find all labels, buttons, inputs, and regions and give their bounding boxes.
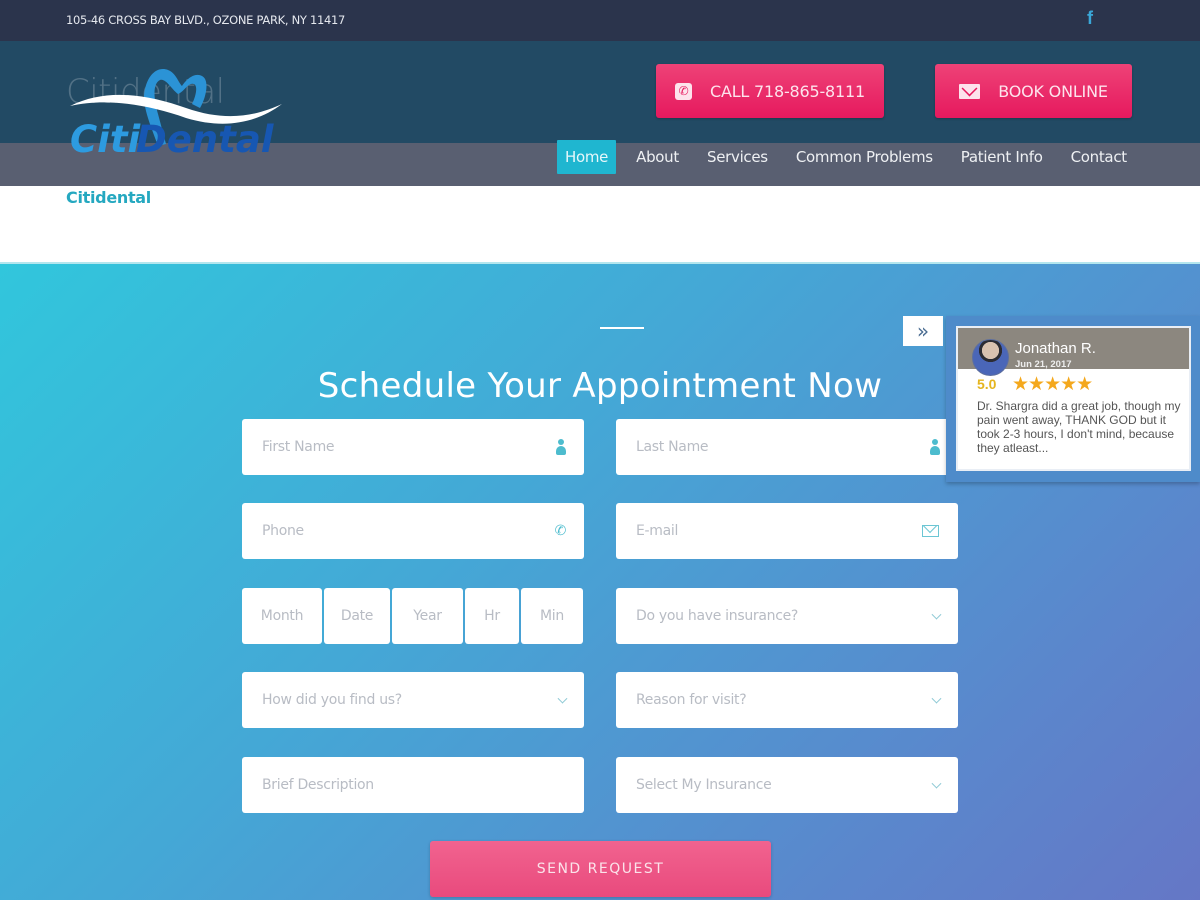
date-input[interactable]: Date [324, 588, 390, 644]
phone-input[interactable]: Phone ✆ [242, 503, 584, 559]
year-placeholder: Year [413, 608, 442, 624]
first-name-placeholder: First Name [262, 439, 335, 455]
citidental-logo[interactable]: Citi Dental [66, 64, 286, 162]
review-text: Dr. Shargra did a great job, though my p… [977, 399, 1181, 455]
date-placeholder: Date [340, 608, 374, 624]
nav-item-about[interactable]: About [628, 140, 687, 174]
select-insurance-value: Select My Insurance [636, 777, 772, 793]
minute-input[interactable]: Min [521, 588, 583, 644]
nav-item-patient-info[interactable]: Patient Info [953, 140, 1051, 174]
reviewer-name: Jonathan R. [1015, 340, 1096, 357]
insurance-question-select[interactable]: Do you have insurance? [616, 588, 958, 644]
email-input[interactable]: E-mail [616, 503, 958, 559]
select-insurance-select[interactable]: Select My Insurance [616, 757, 958, 813]
nav-item-services[interactable]: Services [699, 140, 776, 174]
double-chevron-right-icon: » [916, 319, 930, 343]
send-request-button[interactable]: SEND REQUEST [430, 841, 771, 897]
review-widget: Jonathan R. Jun 21, 2017 5.0 ★★★★★ Dr. S… [946, 316, 1200, 482]
review-score: 5.0 [977, 376, 997, 392]
hour-input[interactable]: Hr [465, 588, 519, 644]
reviewer-avatar [972, 339, 1009, 376]
description-placeholder: Brief Description [262, 777, 374, 793]
month-placeholder: Month [260, 608, 304, 624]
envelope-icon [959, 83, 981, 99]
year-input[interactable]: Year [392, 588, 463, 644]
address-text: 105-46 CROSS BAY BLVD., OZONE PARK, NY 1… [66, 13, 346, 27]
top-bar: 105-46 CROSS BAY BLVD., OZONE PARK, NY 1… [0, 0, 1200, 41]
review-toggle-button[interactable]: » [903, 316, 943, 346]
last-name-placeholder: Last Name [636, 439, 709, 455]
month-input[interactable]: Month [242, 588, 322, 644]
main-nav: Home About Services Common Problems Pati… [557, 140, 1147, 174]
insurance-question-value: Do you have insurance? [636, 608, 799, 624]
envelope-icon [922, 525, 939, 537]
logo-text-dental: Dental [136, 118, 275, 161]
chevron-down-icon [557, 693, 568, 704]
find-us-value: How did you find us? [262, 692, 402, 708]
star-rating-icon: ★★★★★ [1012, 373, 1093, 395]
person-icon [930, 439, 940, 455]
call-button-label: CALL 718-865-8111 [710, 81, 865, 101]
book-online-label: BOOK ONLINE [998, 81, 1108, 101]
description-input[interactable]: Brief Description [242, 757, 584, 813]
review-date: Jun 21, 2017 [1015, 359, 1072, 370]
site-title[interactable]: Citidental [66, 188, 151, 207]
reason-select[interactable]: Reason for visit? [616, 672, 958, 728]
last-name-input[interactable]: Last Name [616, 419, 958, 475]
phone-icon: ✆ [554, 523, 567, 539]
book-online-button[interactable]: BOOK ONLINE [935, 64, 1132, 118]
reason-value: Reason for visit? [636, 692, 747, 708]
title-divider [600, 327, 644, 329]
person-icon [556, 439, 566, 455]
hour-placeholder: Hr [484, 608, 500, 624]
phone-placeholder: Phone [262, 523, 304, 539]
facebook-icon[interactable]: f [1087, 8, 1093, 29]
chevron-down-icon [931, 778, 942, 789]
nav-item-contact[interactable]: Contact [1063, 140, 1135, 174]
logo-text-citi: Citi [70, 118, 142, 161]
nav-item-home[interactable]: Home [557, 140, 617, 174]
review-card[interactable]: Jonathan R. Jun 21, 2017 5.0 ★★★★★ Dr. S… [956, 326, 1191, 471]
find-us-select[interactable]: How did you find us? [242, 672, 584, 728]
first-name-input[interactable]: First Name [242, 419, 584, 475]
phone-icon: ✆ [675, 82, 692, 100]
chevron-down-icon [931, 693, 942, 704]
email-placeholder: E-mail [636, 523, 679, 539]
nav-item-common-problems[interactable]: Common Problems [788, 140, 941, 174]
minute-placeholder: Min [540, 608, 564, 624]
chevron-down-icon [931, 609, 942, 620]
call-button[interactable]: ✆ CALL 718-865-8111 [656, 64, 884, 118]
